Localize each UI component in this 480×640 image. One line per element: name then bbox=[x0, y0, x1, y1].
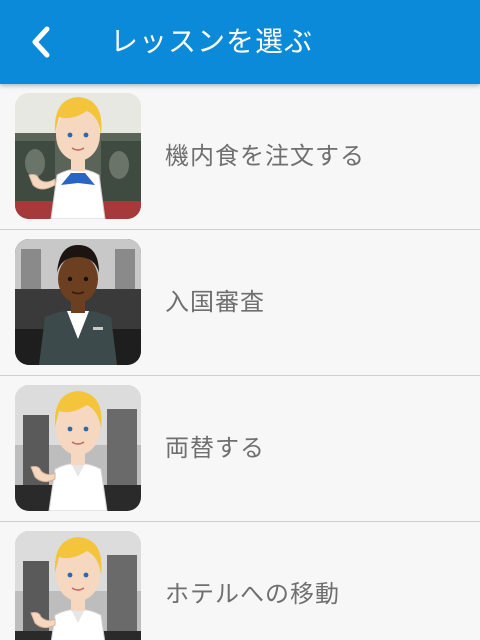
back-button[interactable] bbox=[20, 20, 64, 64]
lesson-row[interactable]: 両替する bbox=[0, 376, 480, 522]
page-title: レッスンを選ぶ bbox=[110, 25, 314, 58]
lesson-label: ホテルへの移動 bbox=[165, 580, 340, 608]
lesson-thumbnail bbox=[15, 93, 141, 219]
lesson-label: 機内食を注文する bbox=[165, 142, 365, 170]
lesson-row[interactable]: 機内食を注文する bbox=[0, 84, 480, 230]
lesson-thumbnail bbox=[15, 239, 141, 365]
lesson-list: 機内食を注文する 入国審査 両替する ホテルへの移動 bbox=[0, 84, 480, 640]
app-bar: レッスンを選ぶ bbox=[0, 0, 480, 84]
lesson-thumbnail bbox=[15, 385, 141, 511]
lesson-row[interactable]: ホテルへの移動 bbox=[0, 522, 480, 640]
lesson-thumbnail bbox=[15, 531, 141, 640]
lesson-label: 両替する bbox=[165, 434, 265, 462]
chevron-left-icon bbox=[32, 26, 50, 58]
lesson-row[interactable]: 入国審査 bbox=[0, 230, 480, 376]
lesson-label: 入国審査 bbox=[165, 288, 265, 316]
